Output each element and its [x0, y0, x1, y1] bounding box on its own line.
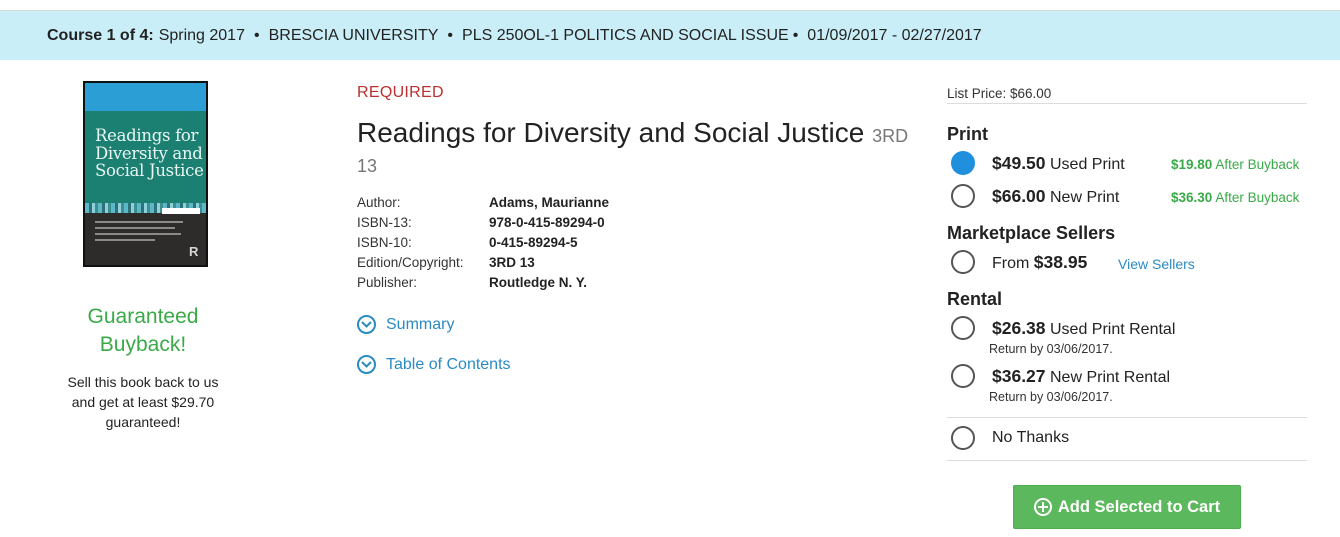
- radio-no-thanks[interactable]: [951, 426, 975, 450]
- radio-new-print[interactable]: [951, 184, 975, 208]
- marketplace-heading: Marketplace Sellers: [947, 223, 1116, 243]
- course-name: PLS 250OL-1 POLITICS AND SOCIAL ISSUE: [462, 26, 789, 44]
- course-term: Spring 2017: [158, 26, 245, 44]
- cover-top-band: [85, 83, 206, 111]
- option-used-rental[interactable]: $26.38 Used Print Rental: [951, 316, 1175, 340]
- detail-author: Author: Adams, Maurianne: [357, 194, 610, 210]
- radio-marketplace[interactable]: [951, 250, 975, 274]
- divider: [947, 460, 1307, 461]
- summary-toggle[interactable]: Summary: [357, 315, 454, 334]
- option-marketplace[interactable]: From $38.95: [951, 250, 1087, 274]
- radio-new-rental[interactable]: [951, 364, 975, 388]
- separator: •: [253, 26, 260, 44]
- list-price: List Price: $66.00: [947, 86, 1052, 101]
- new-rental-return-date: Return by 03/06/2017.: [989, 390, 1113, 404]
- cover-edition-tag: [162, 208, 200, 214]
- book-edition: 3RD: [872, 126, 909, 146]
- book-details: Author: Adams, Maurianne ISBN-13: 978-0-…: [357, 192, 609, 292]
- guaranteed-buyback-text: Sell this book back to us and get at lea…: [67, 374, 219, 430]
- used-rental-return-date: Return by 03/06/2017.: [989, 342, 1113, 356]
- cover-authors: [95, 221, 185, 245]
- summary-label: Summary: [386, 315, 455, 333]
- cover-title: Readings for Diversity and Social Justic…: [95, 126, 204, 180]
- plus-circle-icon: [1033, 498, 1052, 516]
- detail-isbn13: ISBN-13: 978-0-415-89294-0: [357, 214, 605, 230]
- print-heading: Print: [947, 124, 989, 144]
- book-cover-image: Readings for Diversity and Social Justic…: [83, 81, 208, 267]
- book-title: Readings for Diversity and Social Justic…: [357, 117, 909, 148]
- chevron-down-icon: [357, 355, 376, 374]
- option-no-thanks[interactable]: No Thanks: [951, 426, 1069, 450]
- view-sellers-link[interactable]: View Sellers: [1118, 256, 1195, 272]
- new-print-buyback: $36.30 After Buyback: [1171, 190, 1300, 205]
- detail-publisher: Publisher: Routledge N. Y.: [357, 274, 588, 290]
- course-label: Course 1 of 4:: [47, 26, 154, 44]
- course-school: BRESCIA UNIVERSITY: [268, 26, 439, 44]
- detail-edition: Edition/Copyright: 3RD 13: [357, 254, 535, 270]
- rental-heading: Rental: [947, 289, 1003, 309]
- publisher-logo-icon: R: [189, 244, 199, 259]
- chevron-down-icon: [357, 315, 376, 334]
- marketplace-price: $38.95: [1033, 251, 1088, 272]
- toc-label: Table of Contents: [386, 355, 511, 373]
- separator: •: [792, 26, 799, 44]
- option-new-print[interactable]: $66.00 New Print: [951, 184, 1119, 208]
- new-rental-price: $36.27: [992, 365, 1046, 386]
- option-used-print[interactable]: $49.50 Used Print: [951, 151, 1125, 175]
- new-print-price: $66.00: [992, 185, 1046, 206]
- guaranteed-buyback-title: Guaranteed Buyback!: [87, 305, 199, 356]
- used-print-buyback: $19.80 After Buyback: [1171, 157, 1300, 172]
- radio-used-rental[interactable]: [951, 316, 975, 340]
- book-edition-year: 13: [357, 156, 378, 176]
- divider: [947, 103, 1307, 104]
- option-new-rental[interactable]: $36.27 New Print Rental: [951, 364, 1170, 388]
- used-rental-price: $26.38: [992, 317, 1046, 338]
- course-dates: 01/09/2017 - 02/27/2017: [807, 26, 982, 44]
- divider: [947, 417, 1307, 418]
- detail-isbn10: ISBN-10: 0-415-89294-5: [357, 234, 578, 250]
- radio-used-print[interactable]: [951, 151, 975, 175]
- toc-toggle[interactable]: Table of Contents: [357, 355, 511, 374]
- course-bar: Course 1 of 4: Spring 2017 • BRESCIA UNI…: [0, 11, 1340, 60]
- required-label: REQUIRED: [357, 84, 444, 101]
- separator: •: [447, 26, 454, 44]
- used-print-price: $49.50: [992, 152, 1046, 173]
- add-selected-to-cart-button[interactable]: Add Selected to Cart: [1013, 485, 1241, 529]
